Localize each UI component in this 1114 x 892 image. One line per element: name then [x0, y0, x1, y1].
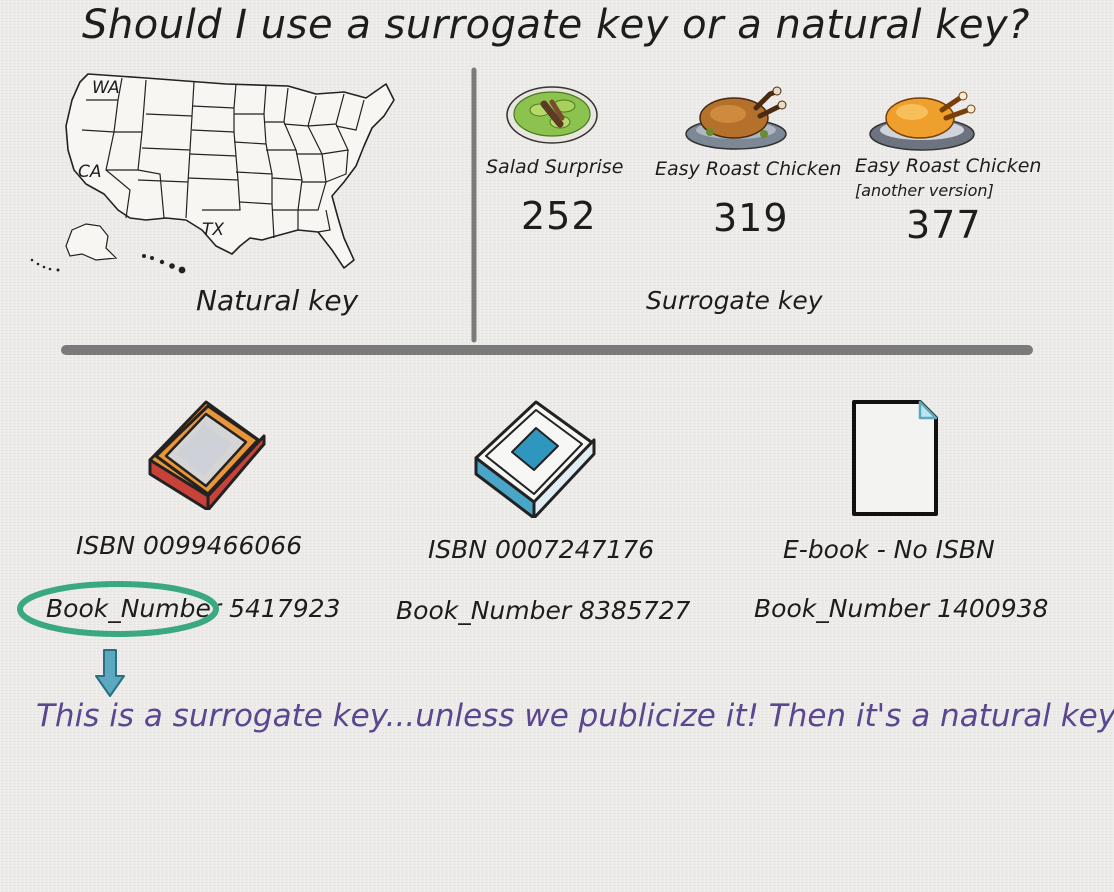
dish-id: 252 [521, 194, 597, 238]
book-isbn: ISBN 0007247176 [428, 535, 655, 564]
state-label-wa: WA [92, 78, 120, 98]
down-arrow-icon [95, 649, 125, 697]
state-label-tx: TX [202, 220, 225, 240]
dish-name: Easy Roast Chicken [655, 158, 842, 180]
salad-icon [506, 86, 598, 144]
highlight-circle [17, 581, 219, 637]
ebook-page-icon [852, 400, 938, 516]
book-isbn: E-book - No ISBN [783, 535, 995, 564]
dish-name: Easy Roast Chicken [855, 155, 1042, 177]
state-label-ca: CA [78, 162, 102, 182]
surrogate-natural-note: This is a surrogate key...unless we publ… [36, 698, 1114, 734]
red-book-icon [148, 400, 266, 510]
dish-id: 319 [713, 196, 789, 240]
natural-key-label: Natural key [196, 284, 359, 317]
roast-chicken-icon [685, 86, 787, 150]
dish-id: 377 [906, 203, 982, 247]
blue-book-icon [474, 400, 596, 518]
surrogate-key-label: Surrogate key [646, 286, 823, 315]
roast-chicken-icon [869, 91, 976, 151]
highlight-annotation [17, 581, 219, 697]
book-isbn: ISBN 0099466066 [76, 531, 303, 560]
book-number: Book_Number 8385727 [396, 596, 691, 625]
book-number: Book_Number 1400938 [754, 594, 1049, 623]
dish-version-note: [another version] [855, 181, 994, 200]
dish-name: Salad Surprise [486, 156, 624, 178]
